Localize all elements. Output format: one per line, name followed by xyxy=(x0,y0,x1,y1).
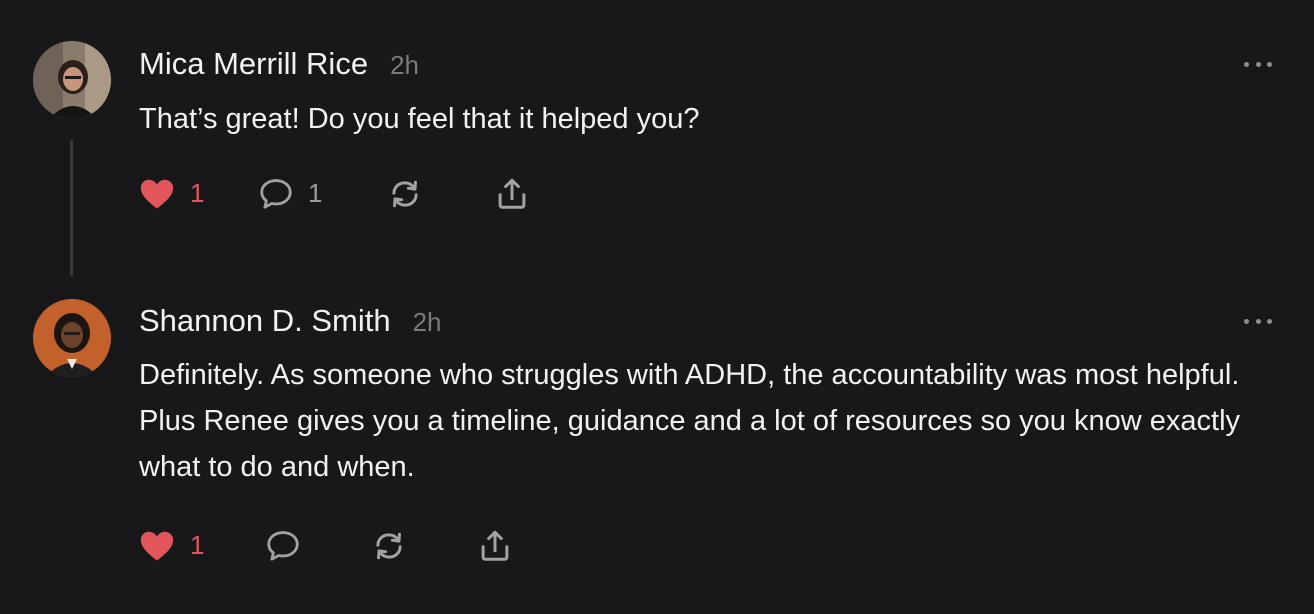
share-icon xyxy=(481,530,509,561)
post-actions: 1 1 xyxy=(0,171,600,215)
like-button[interactable] xyxy=(138,175,176,213)
author-name[interactable]: Shannon D. Smith xyxy=(139,303,391,339)
repost-icon xyxy=(392,180,418,208)
thread-post-1: Mica Merrill Rice 2h That’s great! Do yo… xyxy=(0,0,1314,280)
repost-icon xyxy=(376,532,402,560)
comment-icon xyxy=(260,179,292,209)
share-button[interactable] xyxy=(493,175,531,213)
more-icon xyxy=(1255,318,1261,324)
post-time: 2h xyxy=(412,307,442,337)
more-icon xyxy=(1244,61,1249,67)
author-name[interactable]: Mica Merrill Rice xyxy=(139,46,368,82)
reply-button[interactable] xyxy=(264,527,302,565)
like-count: 1 xyxy=(190,178,205,208)
more-options-button[interactable] xyxy=(1244,59,1272,69)
reply-button[interactable] xyxy=(257,175,295,213)
post-text: Definitely. As someone who struggles wit… xyxy=(139,359,1241,483)
more-icon xyxy=(1267,61,1272,67)
more-options-button[interactable] xyxy=(1244,316,1272,326)
thread-post-2: Shannon D. Smith 2h Definitely. As someo… xyxy=(0,290,1314,614)
post-header: Mica Merrill Rice 2h xyxy=(139,46,419,82)
heart-icon xyxy=(140,531,174,561)
post-header: Shannon D. Smith 2h xyxy=(139,303,442,339)
share-icon xyxy=(498,178,526,209)
more-icon xyxy=(1244,318,1249,324)
reply-count: 1 xyxy=(308,178,323,208)
comment-icon xyxy=(267,531,299,561)
avatar[interactable] xyxy=(33,41,111,119)
post-time: 2h xyxy=(390,50,419,80)
more-icon xyxy=(1255,61,1261,67)
post-actions: 1 xyxy=(0,523,600,567)
heart-icon xyxy=(140,179,174,209)
repost-button[interactable] xyxy=(370,527,408,565)
more-icon xyxy=(1267,318,1272,324)
avatar[interactable] xyxy=(33,299,111,377)
share-button[interactable] xyxy=(476,527,514,565)
like-button[interactable] xyxy=(138,527,176,565)
repost-button[interactable] xyxy=(386,175,424,213)
like-count: 1 xyxy=(190,530,205,560)
post-text: That’s great! Do you feel that it helped… xyxy=(139,103,700,135)
